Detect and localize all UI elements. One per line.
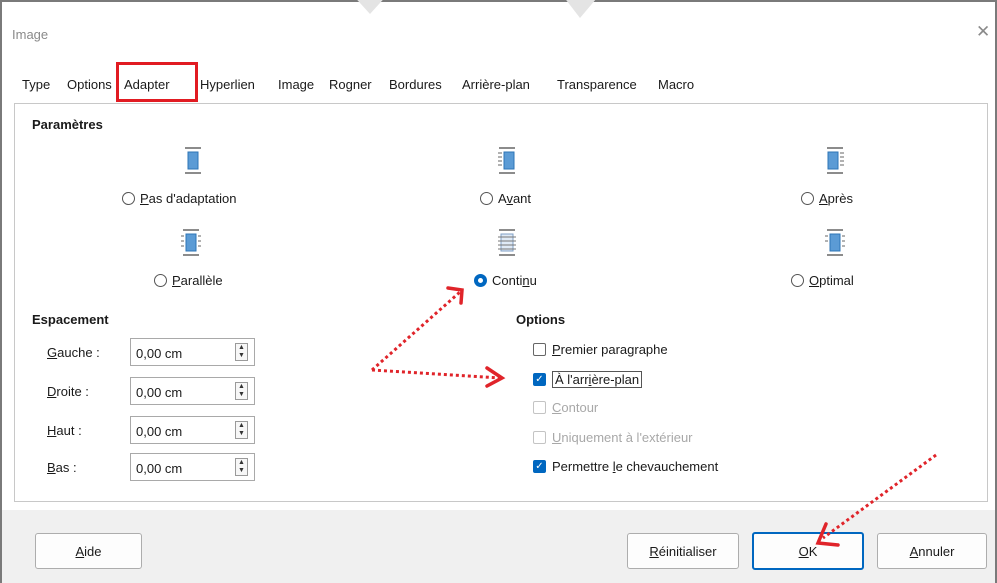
haut-label: Haut : (47, 423, 82, 438)
haut-input[interactable] (134, 420, 228, 442)
tab-options[interactable]: Options (67, 77, 112, 92)
gauche-label: Gauche : (47, 345, 100, 360)
tab-hyperlien[interactable]: Hyperlien (200, 77, 255, 92)
check-arriere-plan[interactable]: ✓ À l'arrière-plan (533, 371, 643, 388)
gauche-input[interactable] (134, 342, 228, 364)
check-contour[interactable]: Contour (533, 400, 598, 415)
bas-spinbox[interactable]: ▲▼ (130, 453, 255, 481)
help-button[interactable]: Aide (35, 533, 142, 569)
tab-rogner[interactable]: Rogner (329, 77, 372, 92)
watermark-shape (357, 0, 596, 18)
options-heading: Options (516, 312, 566, 327)
tab-image[interactable]: Image (278, 77, 314, 92)
window-title: Image (12, 27, 49, 42)
radio-continu[interactable]: Continu (474, 273, 537, 288)
radio-circle[interactable] (801, 192, 814, 205)
ok-button[interactable]: OK (752, 532, 864, 570)
radio-circle-checked[interactable] (474, 274, 487, 287)
check-permettre-chevauchement[interactable]: ✓ Permettre le chevauchement (533, 459, 718, 474)
check-uniquement-exterieur[interactable]: Uniquement à l'extérieur (533, 430, 693, 445)
radio-label: Optimal (809, 273, 854, 288)
window-frame-left (0, 0, 2, 583)
radio-label: Continu (492, 273, 537, 288)
checkbox-checked[interactable]: ✓ (533, 373, 546, 386)
gauche-spinbox[interactable]: ▲▼ (130, 338, 255, 366)
haut-spinbox[interactable]: ▲▼ (130, 416, 255, 444)
tab-macro[interactable]: Macro (658, 77, 694, 92)
wrap-optimal-icon (825, 229, 845, 256)
window-frame-top (0, 0, 997, 2)
tab-type[interactable]: Type (22, 77, 50, 92)
reset-button[interactable]: Réinitialiser (627, 533, 739, 569)
radio-circle[interactable] (791, 274, 804, 287)
spin-updown-icon[interactable]: ▲ ▼ (235, 458, 248, 476)
droite-label: Droite : (47, 384, 89, 399)
bas-input[interactable] (134, 457, 228, 479)
check-label: Contour (552, 400, 599, 415)
droite-spinbox[interactable]: ▲▼ (130, 377, 255, 405)
wrap-parallel-icon (181, 229, 201, 256)
bas-label: Bas : (47, 460, 77, 475)
wrap-before-icon (498, 147, 515, 174)
check-label: Permettre le chevauchement (552, 459, 719, 474)
spin-updown-icon[interactable]: ▲ ▼ (235, 421, 248, 439)
active-tab-highlight (116, 62, 198, 102)
checkbox-disabled[interactable] (533, 401, 546, 414)
parametres-heading: Paramètres (32, 117, 103, 132)
tab-transparence[interactable]: Transparence (557, 77, 637, 92)
checkbox[interactable] (533, 343, 546, 356)
radio-circle[interactable] (154, 274, 167, 287)
check-label: À l'arrière-plan (552, 371, 643, 388)
radio-pas-adaptation[interactable]: Pas d'adaptation (122, 191, 236, 206)
espacement-heading: Espacement (32, 312, 109, 327)
radio-label: Pas d'adaptation (140, 191, 237, 206)
cancel-button[interactable]: Annuler (877, 533, 987, 569)
radio-circle[interactable] (480, 192, 493, 205)
checkbox-checked[interactable]: ✓ (533, 460, 546, 473)
radio-label: Parallèle (172, 273, 223, 288)
spin-updown-icon[interactable]: ▲ ▼ (235, 343, 248, 361)
radio-avant[interactable]: Avant (480, 191, 531, 206)
radio-label: Avant (498, 191, 532, 206)
tab-arriere-plan[interactable]: Arrière-plan (462, 77, 530, 92)
radio-apres[interactable]: Après (801, 191, 853, 206)
check-label: Premier paragraphe (552, 342, 668, 357)
check-label: Uniquement à l'extérieur (552, 430, 693, 445)
wrap-after-icon (827, 147, 844, 174)
check-premier-paragraphe[interactable]: Premier paragraphe (533, 342, 668, 357)
wrap-through-icon (498, 229, 516, 256)
tab-bordures[interactable]: Bordures (389, 77, 442, 92)
radio-optimal[interactable]: Optimal (791, 273, 854, 288)
radio-circle[interactable] (122, 192, 135, 205)
spin-updown-icon[interactable]: ▲ ▼ (235, 382, 248, 400)
droite-input[interactable] (134, 381, 228, 403)
radio-label: Après (819, 191, 853, 206)
checkbox-disabled[interactable] (533, 431, 546, 444)
wrap-none-icon (185, 147, 201, 174)
close-icon[interactable]: ✕ (976, 22, 990, 42)
radio-parallele[interactable]: Parallèle (154, 273, 223, 288)
